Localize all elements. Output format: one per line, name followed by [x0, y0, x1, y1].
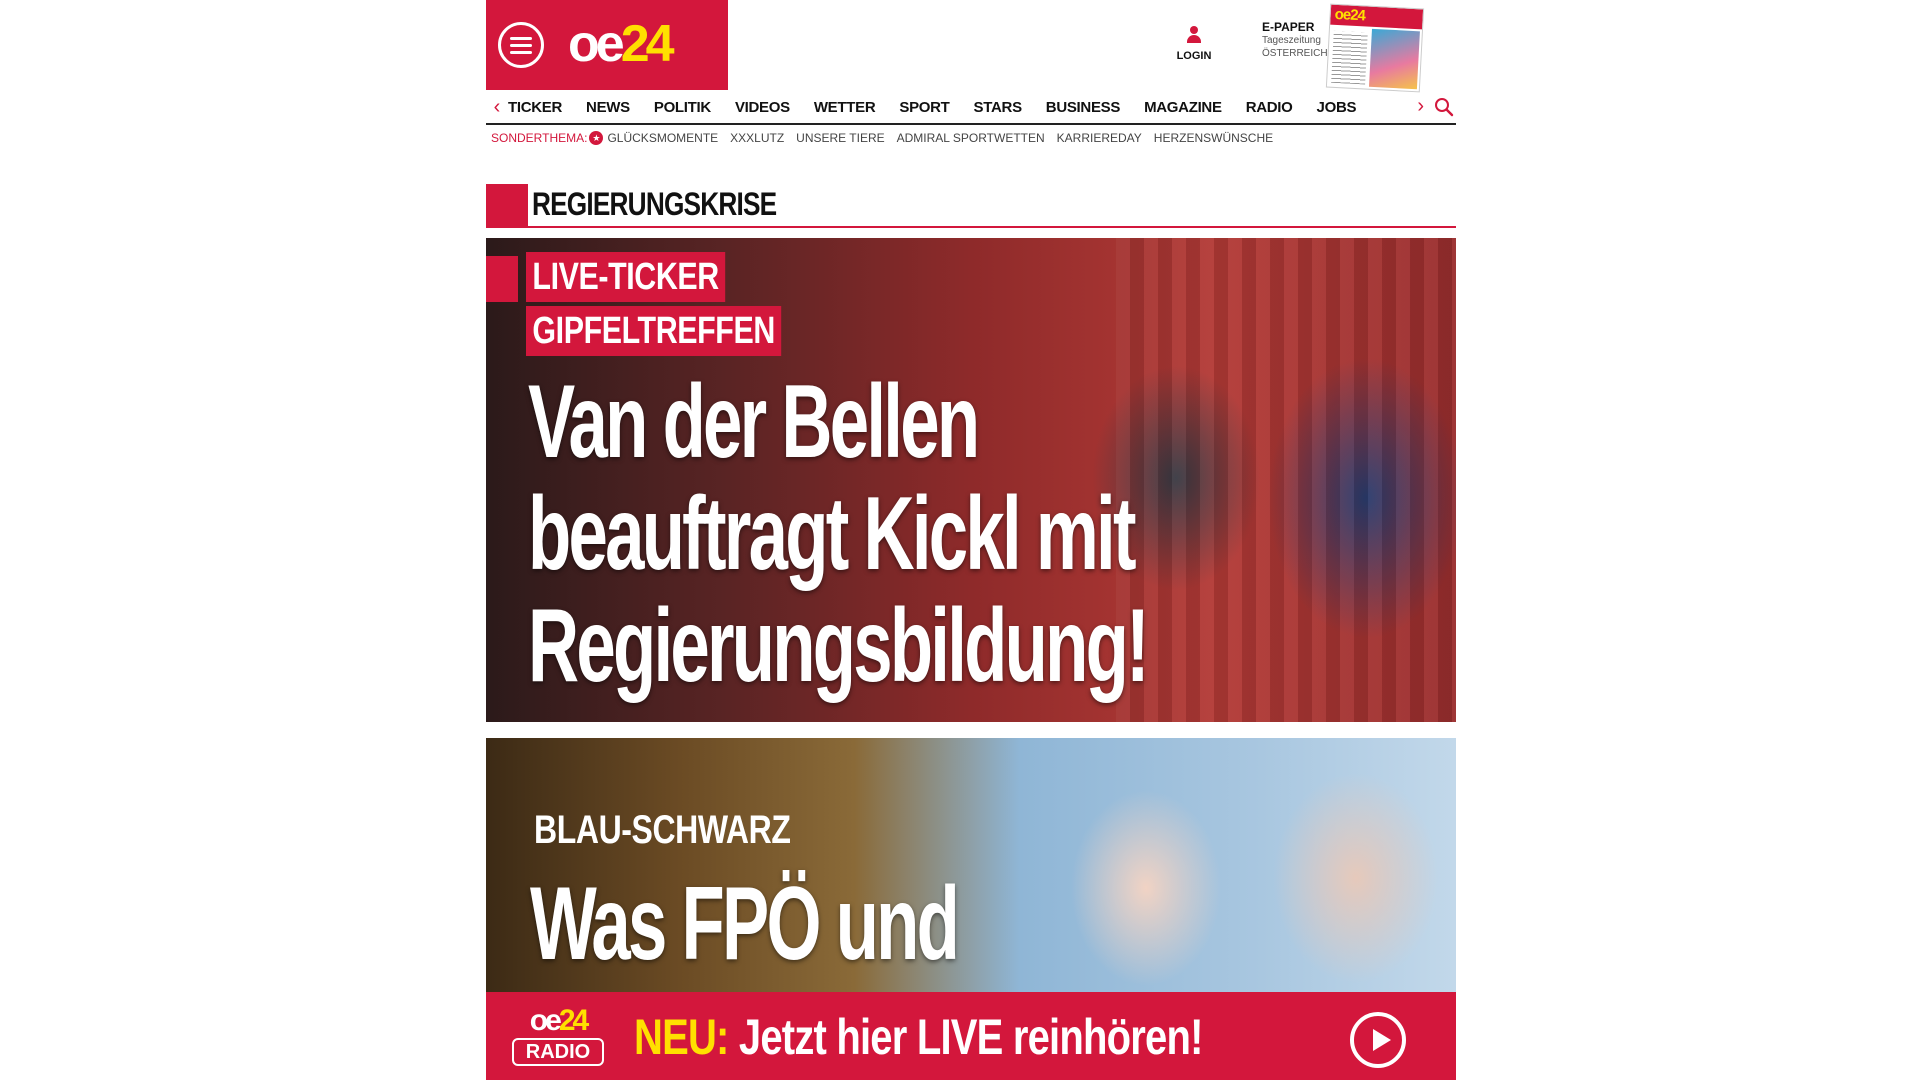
- logo-box: oe24: [486, 0, 728, 90]
- menu-icon[interactable]: [498, 22, 544, 68]
- login-button[interactable]: LOGIN: [1166, 26, 1222, 62]
- epaper-cover-text: [1331, 30, 1368, 85]
- nav-items: TICKER NEWS POLITIK VIDEOS WETTER SPORT …: [508, 99, 1456, 116]
- radio-logo-label: RADIO: [512, 1038, 604, 1066]
- nav-item-stars[interactable]: STARS: [974, 99, 1023, 116]
- nav-item-videos[interactable]: VIDEOS: [735, 99, 790, 116]
- subnav-label: SONDERTHEMA:: [491, 131, 588, 145]
- radio-message-text: Jetzt hier LIVE reinhören!: [738, 1009, 1204, 1065]
- radio-banner[interactable]: oe24 RADIO NEU: Jetzt hier LIVE reinhöre…: [486, 992, 1456, 1080]
- page: oe24 LOGIN E-PAPER Tageszeitung ÖSTERREI…: [486, 0, 1456, 1080]
- hero-kicker-live-ticker: LIVE-TICKER: [526, 252, 726, 302]
- radio-new-label: NEU:: [634, 1009, 729, 1065]
- hero-article[interactable]: LIVE-TICKER GIPFELTREFFEN Van der Bellen…: [486, 238, 1456, 722]
- hero-headline[interactable]: Van der Bellen beauftragt Kickl mit Regi…: [528, 366, 1194, 702]
- second-kicker: BLAU-SCHWARZ: [534, 808, 791, 852]
- section-flag: [486, 184, 528, 228]
- nav-item-radio[interactable]: RADIO: [1246, 99, 1293, 116]
- subnav-item-admiral-sportwetten[interactable]: ADMIRAL SPORTWETTEN: [897, 131, 1045, 145]
- second-headline[interactable]: Was FPÖ und: [530, 868, 960, 980]
- epaper-title: E-PAPER: [1262, 20, 1315, 34]
- subnav-item-gluecksmomente[interactable]: GLÜCKSMOMENTE: [607, 131, 718, 145]
- epaper-cover[interactable]: oe24: [1325, 3, 1425, 93]
- section-title[interactable]: REGIERUNGSKRISE: [532, 186, 777, 223]
- main-nav: ‹ TICKER NEWS POLITIK VIDEOS WETTER SPOR…: [486, 91, 1456, 125]
- hero-flag: [486, 256, 518, 302]
- epaper-cover-photo: [1368, 28, 1420, 90]
- logo-oe: oe: [568, 15, 625, 73]
- logo-num: 24: [620, 15, 675, 73]
- nav-item-politik[interactable]: POLITIK: [654, 99, 711, 116]
- epaper-cover-body: [1327, 25, 1422, 93]
- nav-item-jobs[interactable]: JOBS: [1317, 99, 1357, 116]
- epaper-line1: Tageszeitung: [1262, 35, 1321, 46]
- site-logo[interactable]: oe24: [568, 14, 675, 74]
- play-icon[interactable]: [1350, 1012, 1406, 1068]
- epaper-link[interactable]: E-PAPER Tageszeitung ÖSTERREICH: [1262, 20, 1332, 60]
- nav-item-sport[interactable]: SPORT: [899, 99, 949, 116]
- radio-logo-oe: oe: [529, 1004, 562, 1037]
- epaper-line2: ÖSTERREICH: [1262, 48, 1328, 59]
- section-header: REGIERUNGSKRISE: [486, 184, 1456, 230]
- search-icon[interactable]: [1434, 97, 1454, 117]
- subnav-item-xxxlutz[interactable]: XXXLUTZ: [730, 131, 784, 145]
- subnav-item-unsere-tiere[interactable]: UNSERE TIERE: [796, 131, 884, 145]
- login-label: LOGIN: [1176, 50, 1212, 62]
- section-divider: [528, 226, 1456, 228]
- special-topic-icon: ★: [589, 131, 604, 145]
- subnav-item-karriereday[interactable]: KARRIEREDAY: [1057, 131, 1142, 145]
- radio-logo-num: 24: [558, 1004, 589, 1037]
- nav-item-business[interactable]: BUSINESS: [1046, 99, 1121, 116]
- subnav-item-herzenswuensche[interactable]: HERZENSWÜNSCHE: [1154, 131, 1273, 145]
- nav-item-news[interactable]: NEWS: [586, 99, 630, 116]
- hero-kicker-gipfeltreffen: GIPFELTREFFEN: [526, 306, 782, 356]
- radio-message: NEU: Jetzt hier LIVE reinhören!: [634, 1008, 1203, 1066]
- nav-item-magazine[interactable]: MAGAZINE: [1144, 99, 1222, 116]
- second-article[interactable]: BLAU-SCHWARZ Was FPÖ und: [486, 738, 1456, 998]
- radio-logo: oe24 RADIO: [512, 1006, 604, 1066]
- user-icon: [1186, 26, 1202, 46]
- subnav: SONDERTHEMA: ★ GLÜCKSMOMENTE XXXLUTZ UNS…: [491, 130, 1285, 146]
- chevron-right-icon[interactable]: ›: [1417, 91, 1424, 121]
- chevron-left-icon[interactable]: ‹: [486, 92, 508, 122]
- nav-item-ticker[interactable]: TICKER: [508, 99, 562, 116]
- nav-item-wetter[interactable]: WETTER: [814, 99, 876, 116]
